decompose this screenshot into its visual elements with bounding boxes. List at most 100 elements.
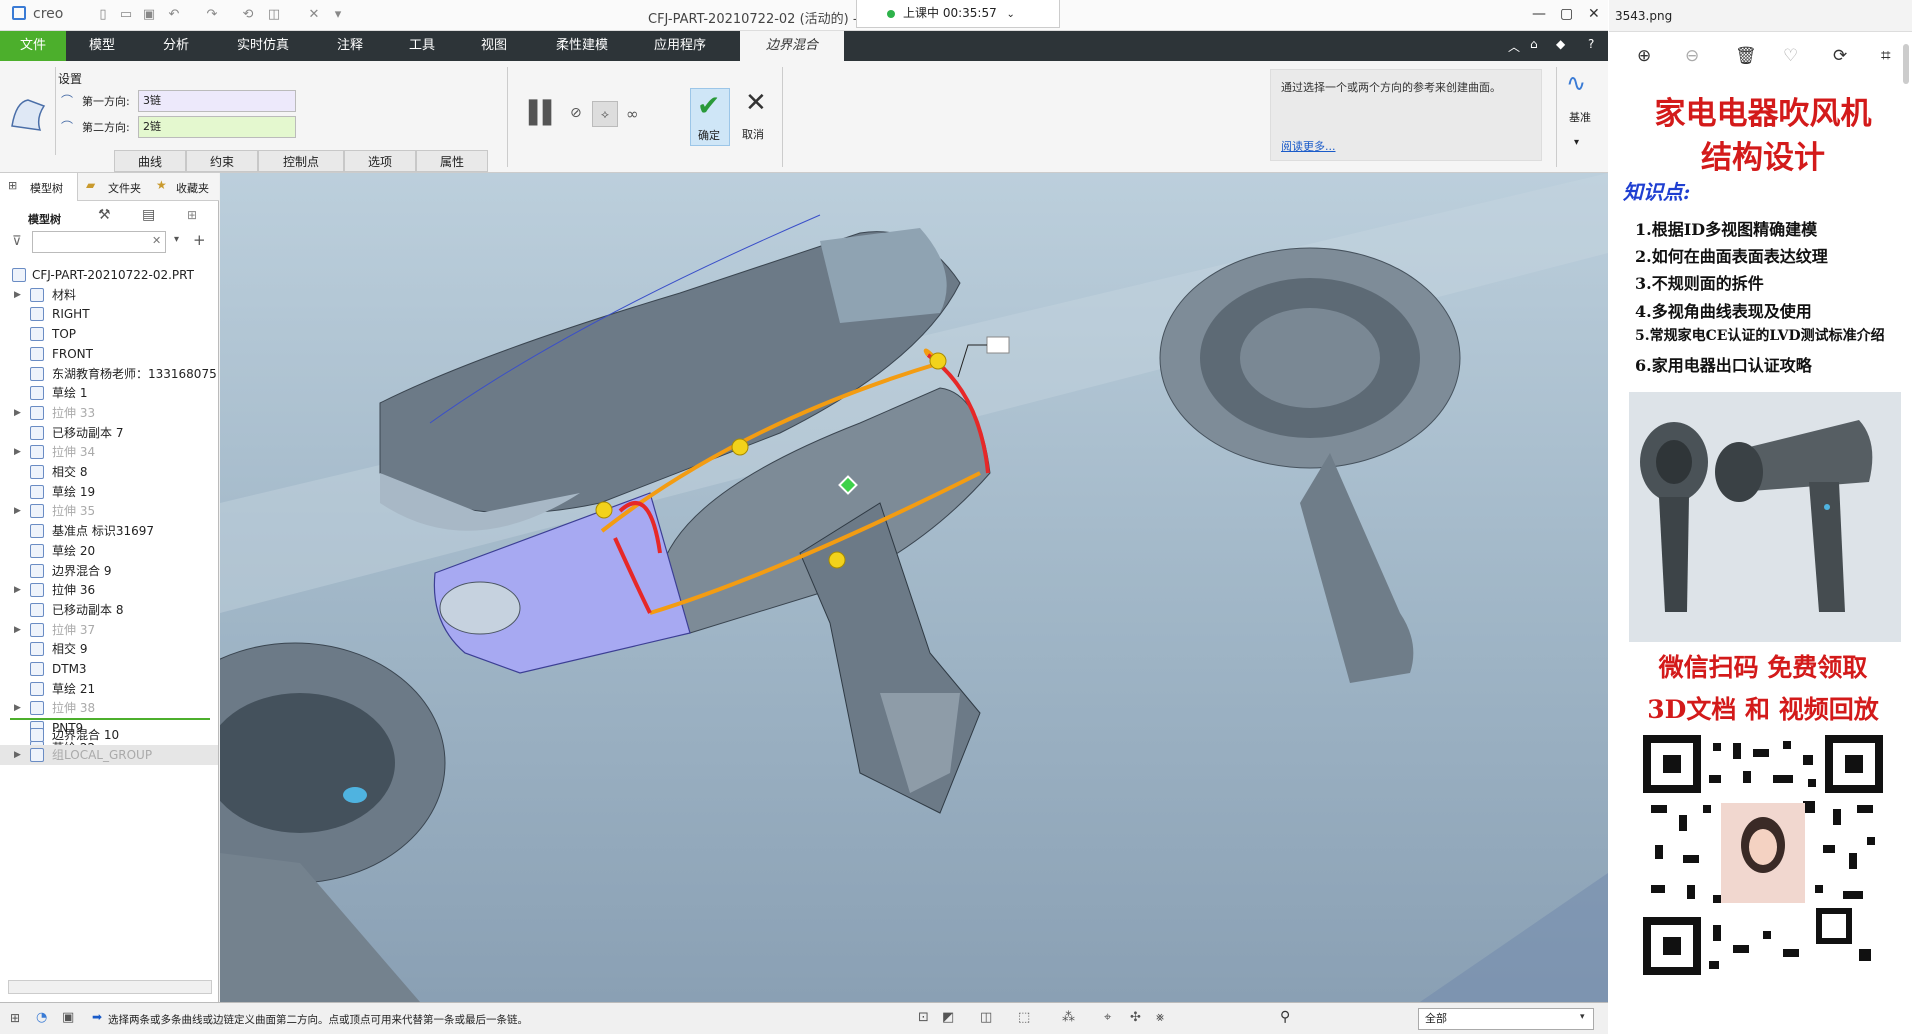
customize-dropdown-icon[interactable]: ▾	[330, 7, 346, 23]
save-icon[interactable]: ▣	[141, 7, 157, 23]
home-icon[interactable]: ⌂	[1530, 37, 1538, 51]
find-icon[interactable]: ⚲	[1280, 1009, 1290, 1025]
tree-item[interactable]: 已移动副本 7	[0, 423, 218, 443]
close-window-icon[interactable]: ✕	[306, 7, 322, 23]
tab-tools[interactable]: 工具	[392, 31, 452, 61]
tree-item[interactable]: ▶ 拉伸 36	[0, 580, 218, 600]
browser-icon[interactable]: ◔	[36, 1010, 47, 1025]
saved-views-icon[interactable]: ◫	[980, 1010, 992, 1025]
datum-wave-icon[interactable]: ∿	[1566, 69, 1586, 97]
expand-arrow-icon[interactable]: ▶	[14, 442, 21, 462]
fullscreen-icon[interactable]: ▣	[62, 1010, 74, 1025]
tab-model-tree[interactable]: ⊞ 模型树	[0, 173, 78, 201]
chevron-down-icon[interactable]: ⌄	[1007, 9, 1015, 20]
tree-item[interactable]: 相交 9	[0, 639, 218, 659]
tree-settings-icon[interactable]: ⚒	[98, 207, 111, 223]
windows-icon[interactable]: ◫	[266, 7, 282, 23]
zoom-in-icon[interactable]: ⊕	[1637, 46, 1651, 66]
tab-analysis[interactable]: 分析	[146, 31, 206, 61]
tree-item[interactable]: 边界混合 9	[0, 561, 218, 581]
read-more-link[interactable]: 阅读更多...	[1281, 138, 1336, 154]
preview-geometry-icon[interactable]: ⟡	[592, 101, 618, 127]
expand-arrow-icon[interactable]: ▶	[14, 620, 21, 640]
pause-icon[interactable]: ▌▌	[529, 101, 560, 126]
expand-arrow-icon[interactable]: ▶	[14, 501, 21, 521]
tree-item[interactable]: 草绘 20	[0, 541, 218, 561]
tab-model[interactable]: 模型	[72, 31, 132, 61]
view-manager-icon[interactable]: ⬚	[1018, 1010, 1030, 1025]
favorite-icon[interactable]: ♡	[1783, 46, 1798, 66]
search-options-icon[interactable]: ▾	[174, 234, 179, 245]
tree-item[interactable]: 边界混合 10	[0, 725, 218, 745]
tab-flexible-modeling[interactable]: 柔性建模	[546, 31, 618, 61]
model-canvas[interactable]	[220, 173, 1608, 1002]
zoom-to-fit-icon[interactable]: ⊡	[918, 1010, 929, 1025]
tree-item[interactable]: 草绘 1	[0, 383, 218, 403]
direction1-field[interactable]: 3链	[138, 90, 296, 112]
datum-display-icon[interactable]: ⁂	[1062, 1010, 1075, 1025]
tree-item[interactable]: ▶ 拉伸 33	[0, 403, 218, 423]
tab-view[interactable]: 视图	[464, 31, 524, 61]
expand-arrow-icon[interactable]: ▶	[14, 698, 21, 718]
tree-item[interactable]: ▶ 拉伸 35	[0, 501, 218, 521]
help-icon[interactable]: ?	[1588, 37, 1594, 51]
tree-search-input[interactable]	[32, 231, 166, 253]
no-preview-icon[interactable]: ⊘	[570, 105, 582, 121]
subtab-options[interactable]: 选项	[344, 150, 416, 172]
select-mode-icon[interactable]: ⨳	[1156, 1010, 1164, 1025]
tree-item[interactable]: 草绘 21	[0, 679, 218, 699]
expand-arrow-icon[interactable]: ▶	[14, 285, 21, 305]
tab-boundary-blend[interactable]: 边界混合	[740, 31, 844, 61]
tree-item[interactable]: CFJ-PART-20210722-02.PRT	[0, 265, 218, 285]
annotation-display-icon[interactable]: ⌖	[1104, 1010, 1111, 1025]
tree-item[interactable]: 基准点 标识31697	[0, 521, 218, 541]
undo-icon[interactable]: ↶	[166, 7, 182, 23]
tab-annotate[interactable]: 注释	[320, 31, 380, 61]
spin-center-icon[interactable]: ✣	[1130, 1010, 1141, 1025]
subtab-control-points[interactable]: 控制点	[258, 150, 344, 172]
graphics-area[interactable]	[220, 173, 1608, 1002]
tab-applications[interactable]: 应用程序	[642, 31, 718, 61]
minimize-ribbon-icon[interactable]: ︿	[1508, 38, 1520, 55]
tree-item[interactable]: RIGHT	[0, 304, 218, 324]
close-icon[interactable]: ✕	[1588, 6, 1600, 22]
add-filter-icon[interactable]: +	[193, 231, 206, 249]
subtab-constraints[interactable]: 约束	[186, 150, 258, 172]
maximize-icon[interactable]: ▢	[1560, 6, 1573, 22]
settings-icon[interactable]: ◆	[1556, 37, 1565, 51]
clear-search-icon[interactable]: ✕	[152, 234, 161, 247]
regenerate-icon[interactable]: ⟲	[240, 7, 256, 23]
filter-dropdown-icon[interactable]: ▾	[1580, 1012, 1585, 1022]
horizontal-scrollbar[interactable]	[8, 980, 212, 994]
tree-item[interactable]: ▶ 拉伸 34	[0, 442, 218, 462]
rotate-icon[interactable]: ⟳	[1833, 46, 1847, 66]
tab-file[interactable]: 文件	[0, 31, 66, 61]
direction2-field[interactable]: 2链	[138, 116, 296, 138]
datum-label[interactable]: 基准	[1569, 109, 1591, 125]
tree-item[interactable]: 相交 8	[0, 462, 218, 482]
expand-arrow-icon[interactable]: ▶	[14, 745, 21, 765]
tree-item[interactable]: TOP	[0, 324, 218, 344]
tree-toggle-icon[interactable]: ⊞	[10, 1011, 20, 1025]
tree-filter-icon[interactable]: ⊞	[187, 208, 197, 222]
verify-glasses-icon[interactable]: ∞	[626, 105, 639, 123]
tree-item[interactable]: 草绘 19	[0, 482, 218, 502]
tree-item[interactable]: ▶ 拉伸 38	[0, 698, 218, 718]
tab-favorites[interactable]: ★ 收藏夹	[152, 173, 218, 201]
tree-item[interactable]: ▶ 拉伸 37	[0, 620, 218, 640]
tree-item[interactable]: 东湖教育杨老师：133168075	[0, 364, 218, 384]
zoom-out-icon[interactable]: ⊖	[1685, 46, 1699, 66]
selection-filter-select[interactable]: 全部	[1418, 1008, 1594, 1030]
viewer-scrollbar[interactable]	[1903, 44, 1909, 84]
redo-icon[interactable]: ↷	[204, 7, 220, 23]
subtab-properties[interactable]: 属性	[416, 150, 488, 172]
new-file-icon[interactable]: ▯	[95, 7, 111, 23]
show-dropdown-icon[interactable]: ▤	[142, 207, 155, 223]
ok-button[interactable]: ✔ 确定	[690, 88, 730, 146]
delete-icon[interactable]: 🗑	[1735, 46, 1757, 66]
open-file-icon[interactable]: ▭	[118, 7, 134, 23]
minimize-icon[interactable]: —	[1532, 6, 1546, 22]
datum-dropdown-icon[interactable]: ▾	[1574, 137, 1579, 148]
expand-arrow-icon[interactable]: ▶	[14, 403, 21, 423]
tree-item[interactable]: 已移动副本 8	[0, 600, 218, 620]
